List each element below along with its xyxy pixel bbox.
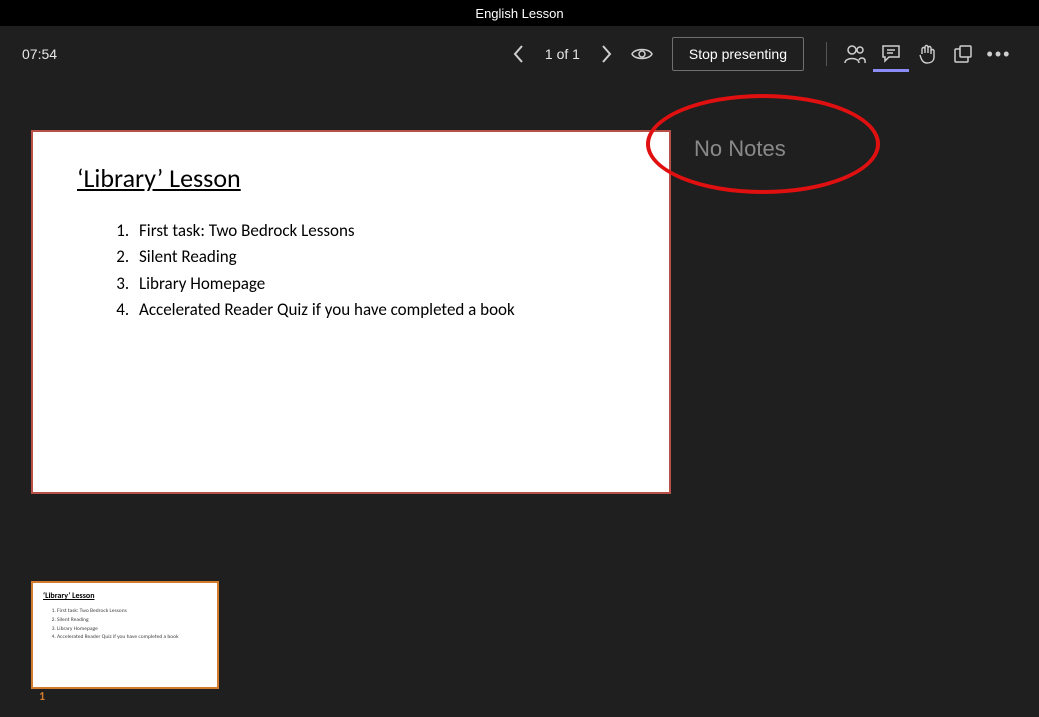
chat-icon (881, 43, 901, 63)
call-duration: 07:54 (22, 46, 57, 62)
thumb-list-item: Library Homepage (57, 625, 207, 634)
thumb-list: First task: Two Bedrock Lessons Silent R… (43, 607, 207, 642)
chevron-left-icon (512, 44, 526, 64)
next-slide-button[interactable] (588, 36, 624, 72)
thumbnail-strip: ‘Library’ Lesson First task: Two Bedrock… (33, 583, 217, 687)
slide-body: ‘Library’ Lesson First task: Two Bedrock… (33, 132, 669, 353)
participants-button[interactable] (837, 36, 873, 72)
thumb-list-item: Accelerated Reader Quiz if you have comp… (57, 633, 207, 642)
ellipsis-icon: ••• (987, 44, 1012, 65)
notes-panel[interactable]: No Notes (678, 132, 1029, 492)
chat-button[interactable] (873, 36, 909, 72)
people-icon (844, 44, 866, 64)
slide-list-item: Library Homepage (133, 271, 625, 297)
popout-icon (953, 44, 973, 64)
slide-list-item: Accelerated Reader Quiz if you have comp… (133, 297, 625, 323)
hand-icon (918, 44, 936, 64)
slide-list-item: First task: Two Bedrock Lessons (133, 218, 625, 244)
slide-list-item: Silent Reading (133, 244, 625, 270)
eye-icon (631, 46, 653, 62)
thumb-list-item: First task: Two Bedrock Lessons (57, 607, 207, 616)
stop-presenting-button[interactable]: Stop presenting (672, 37, 804, 71)
popout-button[interactable] (945, 36, 981, 72)
thumb-number: 1 (39, 690, 45, 704)
titlebar: English Lesson (0, 0, 1039, 26)
presenter-toolbar: 07:54 1 of 1 Stop presenting (0, 26, 1039, 82)
notes-placeholder: No Notes (694, 136, 786, 161)
more-actions-button[interactable]: ••• (981, 36, 1017, 72)
slide-title: ‘Library’ Lesson (77, 162, 625, 194)
content-area: ‘Library’ Lesson First task: Two Bedrock… (0, 82, 1039, 717)
chevron-right-icon (599, 44, 613, 64)
slide-nav-group: 1 of 1 (501, 36, 660, 72)
app-root: English Lesson 07:54 1 of 1 Stop present… (0, 0, 1039, 717)
divider (826, 42, 827, 66)
private-view-button[interactable] (624, 36, 660, 72)
slide-counter: 1 of 1 (537, 46, 588, 62)
slide-thumbnail[interactable]: ‘Library’ Lesson First task: Two Bedrock… (33, 583, 217, 687)
thumb-list-item: Silent Reading (57, 616, 207, 625)
prev-slide-button[interactable] (501, 36, 537, 72)
meeting-title: English Lesson (475, 6, 563, 21)
current-slide[interactable]: ‘Library’ Lesson First task: Two Bedrock… (33, 132, 669, 492)
thumb-title: ‘Library’ Lesson (43, 591, 207, 601)
slide-list: First task: Two Bedrock Lessons Silent R… (77, 218, 625, 323)
raise-hand-button[interactable] (909, 36, 945, 72)
